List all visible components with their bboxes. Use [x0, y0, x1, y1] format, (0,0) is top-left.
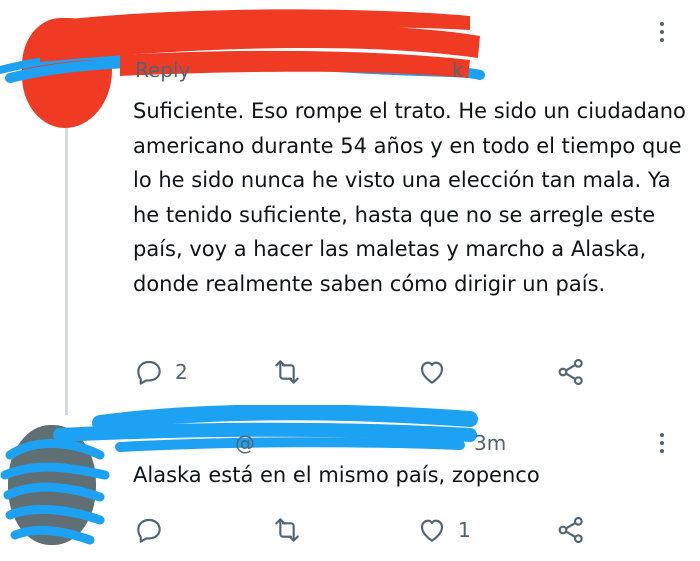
tweet-actions: 1	[133, 510, 603, 550]
retweet-icon	[275, 360, 299, 384]
tweet-thread: Reply k Suficiente. Eso rompe el trato. …	[0, 0, 700, 561]
redaction-scribble-blue-avatar	[0, 438, 110, 545]
retweet-button[interactable]	[271, 510, 313, 550]
heart-icon	[420, 519, 444, 542]
reply-count: 2	[175, 360, 188, 384]
reply-button[interactable]: 2	[133, 352, 188, 392]
tweet-body: Alaska está en el mismo país, zopenco	[133, 463, 540, 487]
more-icon[interactable]	[660, 433, 666, 453]
tweet-header-partial-right: k	[452, 58, 464, 82]
share-icon	[558, 516, 583, 544]
like-button[interactable]	[416, 352, 458, 392]
reply-button[interactable]	[133, 510, 175, 550]
tweet-header-timestamp: 3m	[474, 431, 507, 455]
more-icon[interactable]	[660, 22, 666, 42]
tweet-header-partial: @	[235, 431, 255, 455]
avatar-redacted[interactable]	[22, 18, 112, 128]
share-button[interactable]	[555, 352, 587, 392]
like-count: 1	[458, 518, 471, 542]
tweet-actions: 2	[133, 352, 603, 392]
like-button[interactable]: 1	[416, 510, 471, 550]
share-button[interactable]	[555, 510, 587, 550]
reply-icon	[137, 518, 161, 543]
tweet-header-partial: Reply	[135, 58, 191, 82]
retweet-button[interactable]	[271, 352, 313, 392]
share-icon	[558, 358, 583, 386]
tweet-body: Suficiente. Eso rompe el trato. He sido …	[133, 99, 693, 296]
heart-icon	[420, 361, 444, 384]
tweet-original[interactable]: Reply k Suficiente. Eso rompe el trato. …	[0, 0, 700, 405]
reply-icon	[137, 360, 161, 385]
tweet-reply[interactable]: @ 3m Alaska está en el mismo país, zopen…	[0, 405, 700, 561]
retweet-icon	[275, 518, 299, 542]
